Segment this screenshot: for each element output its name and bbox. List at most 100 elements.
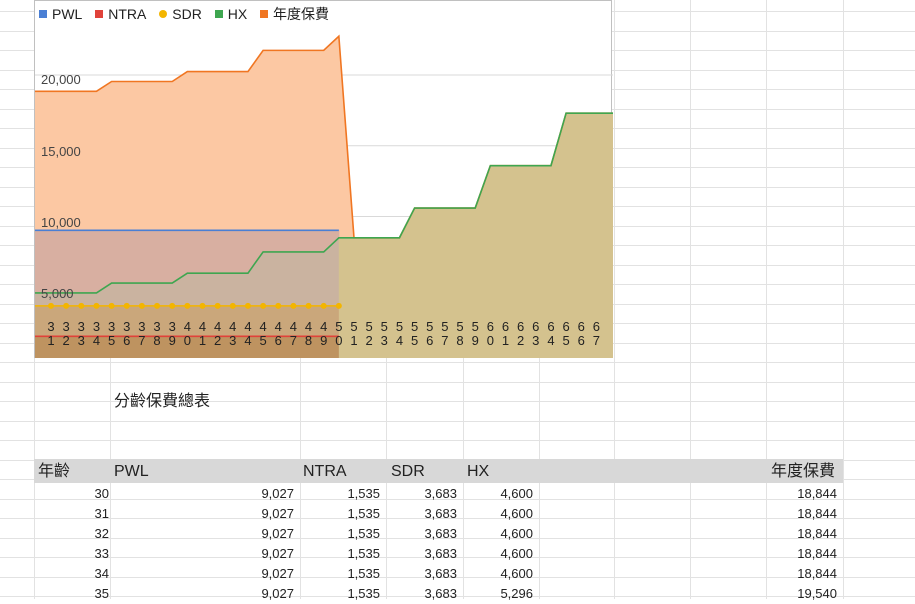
x-tick-label: 56 <box>426 319 434 348</box>
cell-sdr[interactable]: 3,683 <box>386 544 457 564</box>
cell-hx[interactable]: 4,600 <box>463 544 533 564</box>
cell-sdr[interactable]: 3,683 <box>386 564 457 584</box>
sdr-point <box>108 302 115 309</box>
cell-sdr[interactable]: 3,683 <box>386 504 457 524</box>
x-tick-label: 59 <box>471 319 479 348</box>
legend-swatch-hx <box>214 10 223 18</box>
cell-pwl[interactable]: 9,027 <box>110 584 294 604</box>
x-tick-label: 67 <box>592 319 600 348</box>
cell-sdr[interactable]: 3,683 <box>386 484 457 504</box>
x-tick-label: 55 <box>410 319 419 348</box>
cell-age[interactable]: 30 <box>34 484 109 504</box>
x-tick-label: 66 <box>577 319 585 348</box>
sdr-point <box>275 302 282 309</box>
cell-pwl[interactable]: 9,027 <box>110 544 294 564</box>
sdr-point <box>169 302 176 309</box>
cell-total[interactable]: 18,844 <box>690 504 837 524</box>
x-tick-label: 32 <box>62 319 70 348</box>
x-tick-label: 41 <box>198 319 207 348</box>
cell-ntra[interactable]: 1,535 <box>300 524 380 544</box>
cell-age[interactable]: 33 <box>34 544 109 564</box>
stacked-area-chart[interactable]: PWL NTRA SDR HX 年度保費 5,000 10,000 15,000… <box>34 0 613 358</box>
legend-item-total: 年度保費 <box>260 4 329 24</box>
x-tick-label: 37 <box>138 319 146 348</box>
x-tick-label: 61 <box>501 319 510 348</box>
sdr-point <box>199 302 206 309</box>
header-ntra[interactable]: NTRA <box>303 459 347 483</box>
cell-ntra[interactable]: 1,535 <box>300 564 380 584</box>
header-sdr[interactable]: SDR <box>391 459 425 483</box>
x-tick-label: 47 <box>289 319 297 348</box>
sdr-point <box>93 302 100 309</box>
x-tick-label: 60 <box>486 319 494 348</box>
x-tick-label: 44 <box>244 319 252 348</box>
cell-total[interactable]: 18,844 <box>690 524 837 544</box>
cell-hx[interactable]: 4,600 <box>463 504 533 524</box>
cell-ntra[interactable]: 1,535 <box>300 484 380 504</box>
header-annual-premium[interactable]: 年度保費 <box>771 459 835 483</box>
x-tick-label: 31 <box>47 319 55 348</box>
cell-total[interactable]: 19,540 <box>690 584 837 604</box>
sdr-point <box>305 302 312 309</box>
cell-hx[interactable]: 5,296 <box>463 584 533 604</box>
cell-total[interactable]: 18,844 <box>690 484 837 504</box>
x-tick-label: 40 <box>183 319 191 348</box>
x-tick-label: 63 <box>532 319 540 348</box>
sdr-point <box>335 302 342 309</box>
y-tick-label: 10,000 <box>41 215 81 230</box>
cell-ntra[interactable]: 1,535 <box>300 584 380 604</box>
cell-total[interactable]: 18,844 <box>690 544 837 564</box>
cell-pwl[interactable]: 9,027 <box>110 504 294 524</box>
y-tick-label: 20,000 <box>41 72 81 87</box>
cell-hx[interactable]: 4,600 <box>463 524 533 544</box>
y-tick-label: 5,000 <box>41 286 74 301</box>
sdr-point <box>154 302 161 309</box>
sdr-point <box>214 302 221 309</box>
x-tick-label: 62 <box>517 319 525 348</box>
table-header-row <box>34 459 843 483</box>
cell-hx[interactable]: 4,600 <box>463 484 533 504</box>
cell-pwl[interactable]: 9,027 <box>110 524 294 544</box>
sheet-title[interactable]: 分齡保費總表 <box>114 387 210 411</box>
cell-total[interactable]: 18,844 <box>690 564 837 584</box>
cell-age[interactable]: 32 <box>34 524 109 544</box>
x-tick-label: 49 <box>320 319 328 348</box>
cell-age[interactable]: 35 <box>34 584 109 604</box>
x-tick-label: 58 <box>456 319 464 348</box>
x-tick-label: 36 <box>123 319 131 348</box>
header-age[interactable]: 年齡 <box>38 459 70 483</box>
x-tick-label: 50 <box>335 319 343 348</box>
cell-age[interactable]: 31 <box>34 504 109 524</box>
header-hx[interactable]: HX <box>467 459 489 483</box>
cell-sdr[interactable]: 3,683 <box>386 524 457 544</box>
legend-swatch-sdr <box>159 10 168 18</box>
sdr-point <box>138 302 145 309</box>
x-tick-label: 43 <box>229 319 237 348</box>
cell-sdr[interactable]: 3,683 <box>386 584 457 604</box>
cell-age[interactable]: 34 <box>34 564 109 584</box>
sdr-point <box>78 302 85 309</box>
legend-label-hx: HX <box>227 6 248 22</box>
x-tick-label: 65 <box>562 319 570 348</box>
legend-label-total: 年度保費 <box>273 6 330 22</box>
cell-pwl[interactable]: 9,027 <box>110 484 294 504</box>
sdr-point <box>290 302 297 309</box>
legend-item-ntra: NTRA <box>95 6 146 22</box>
x-tick-label: 39 <box>168 319 176 348</box>
x-tick-label: 33 <box>77 319 85 348</box>
legend-label-ntra: NTRA <box>108 6 147 22</box>
cell-pwl[interactable]: 9,027 <box>110 564 294 584</box>
cell-ntra[interactable]: 1,535 <box>300 504 380 524</box>
legend-swatch-total <box>260 10 269 18</box>
x-tick-label: 57 <box>441 319 449 348</box>
x-tick-label: 42 <box>214 319 222 348</box>
x-tick-label: 48 <box>304 319 313 348</box>
header-pwl[interactable]: PWL <box>114 459 149 483</box>
cell-hx[interactable]: 4,600 <box>463 564 533 584</box>
x-tick-label: 54 <box>395 319 404 348</box>
legend-swatch-ntra <box>95 10 104 18</box>
cell-ntra[interactable]: 1,535 <box>300 544 380 564</box>
x-tick-label: 38 <box>153 319 161 348</box>
sdr-point <box>260 302 267 309</box>
sdr-point <box>229 302 236 309</box>
